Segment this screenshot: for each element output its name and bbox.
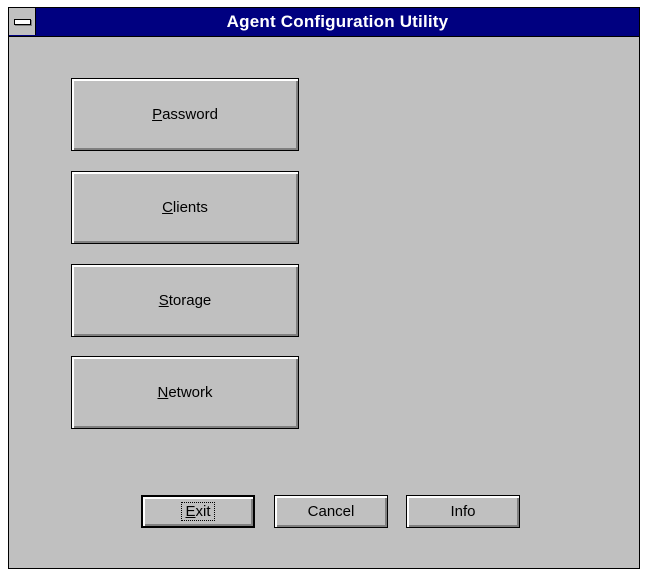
network-button-label: Network: [157, 384, 213, 401]
system-menu-bar-glyph: [14, 19, 31, 25]
password-button-label: Password: [152, 106, 218, 123]
clients-button[interactable]: Clients: [71, 171, 299, 244]
title-bar[interactable]: Agent Configuration Utility: [9, 8, 639, 37]
storage-button-label: Storage: [158, 292, 212, 309]
agent-config-window: Agent Configuration Utility Password Cli…: [8, 7, 640, 569]
system-menu-icon[interactable]: [9, 8, 36, 35]
cancel-button-label: Cancel: [307, 503, 355, 520]
window-title: Agent Configuration Utility: [226, 12, 449, 31]
cancel-button[interactable]: Cancel: [274, 495, 388, 528]
network-button[interactable]: Network: [71, 356, 299, 429]
clients-button-label: Clients: [162, 199, 208, 216]
password-button[interactable]: Password: [71, 78, 299, 151]
exit-button[interactable]: Exit: [141, 495, 255, 528]
info-button[interactable]: Info: [406, 495, 520, 528]
storage-button[interactable]: Storage: [71, 264, 299, 337]
exit-button-label: Exit: [181, 502, 215, 521]
info-button-label: Info: [450, 503, 476, 520]
